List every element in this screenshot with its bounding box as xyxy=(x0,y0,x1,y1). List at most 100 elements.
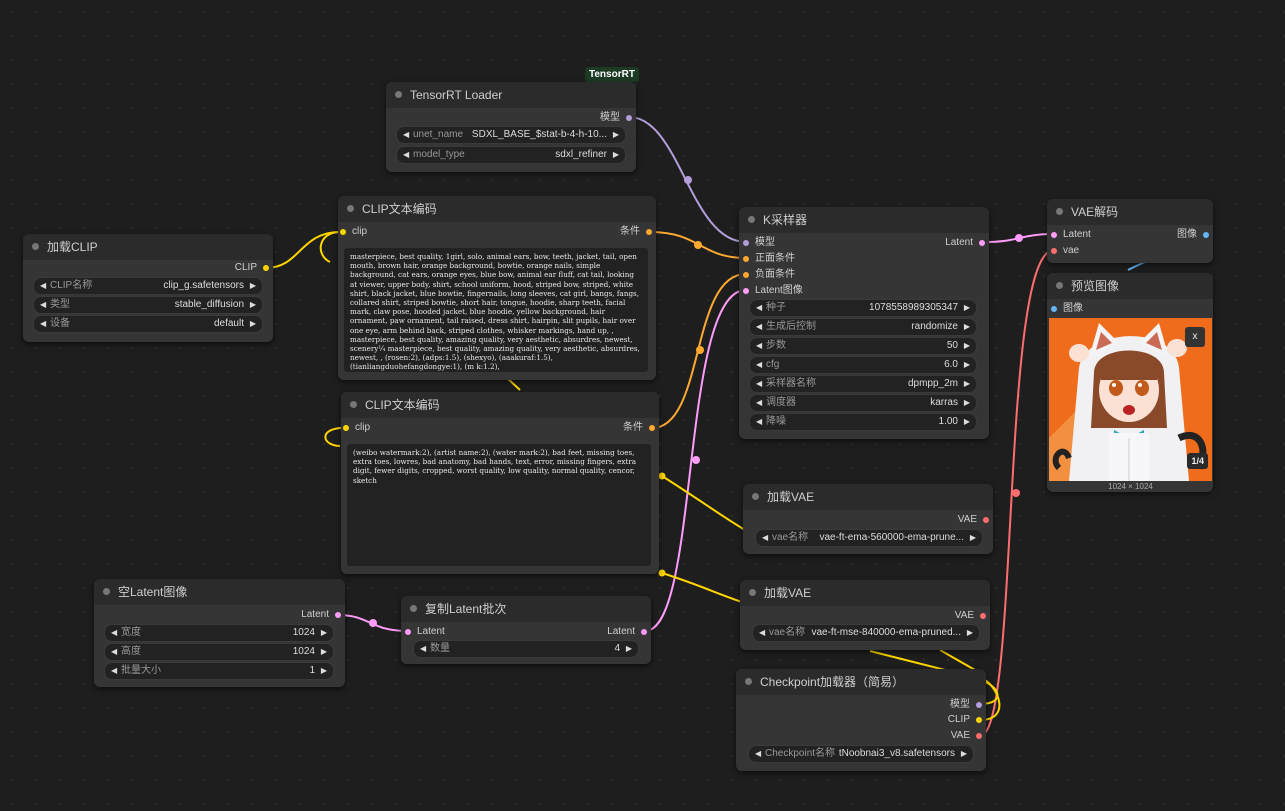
arrow-right-icon[interactable]: ▶ xyxy=(321,663,327,679)
arrow-left-icon[interactable]: ◀ xyxy=(756,300,762,316)
collapse-dot-icon[interactable] xyxy=(410,605,417,612)
load-vae-node-2[interactable]: 加载VAE VAE ◀ vae名称 vae-ft-mse-840000-ema-… xyxy=(740,580,990,650)
amount-number[interactable]: ◀ 数量 4 ▶ xyxy=(413,640,639,658)
repeat-latent-batch-node[interactable]: 复制Latent批次 Latent Latent ◀ 数量 4 ▶ xyxy=(401,596,651,664)
widget-6[interactable]: ◀ 降噪 1.00 ▶ xyxy=(749,413,977,431)
arrow-right-icon[interactable]: ▶ xyxy=(964,376,970,392)
arrow-right-icon[interactable]: ▶ xyxy=(970,530,976,546)
arrow-left-icon[interactable]: ◀ xyxy=(40,316,46,332)
arrow-right-icon[interactable]: ▶ xyxy=(964,300,970,316)
output-clip[interactable]: CLIP xyxy=(948,713,982,727)
arrow-left-icon[interactable]: ◀ xyxy=(756,319,762,335)
input-vae[interactable]: vae xyxy=(1051,244,1079,258)
arrow-right-icon[interactable]: ▶ xyxy=(321,644,327,660)
widget-4[interactable]: ◀ 采样器名称 dpmpp_2m ▶ xyxy=(749,375,977,393)
clip-type-combo[interactable]: ◀ 类型 stable_diffusion ▶ xyxy=(33,296,263,314)
collapse-dot-icon[interactable] xyxy=(103,588,110,595)
widget-1[interactable]: ◀ 生成后控制 randomize ▶ xyxy=(749,318,977,336)
output-clip[interactable]: CLIP xyxy=(235,261,269,275)
node-title[interactable]: CLIP文本编码 xyxy=(341,392,659,418)
vae-name-combo[interactable]: ◀ vae名称 vae-ft-mse-840000-ema-pruned... … xyxy=(752,624,980,642)
clip-port-icon[interactable] xyxy=(263,265,269,271)
conditioning-port-icon[interactable] xyxy=(646,229,652,235)
clip-text-encode-negative-node[interactable]: CLIP文本编码 clip 条件 (weibo watermark:2), (a… xyxy=(341,392,659,574)
output-image[interactable]: 图像 xyxy=(1177,228,1209,242)
input-latent[interactable]: Latent xyxy=(405,625,445,639)
positive-prompt-textarea[interactable]: masterpiece, best quality, 1girl, solo, … xyxy=(344,248,648,372)
node-title[interactable]: 加载VAE xyxy=(743,484,993,510)
arrow-right-icon[interactable]: ▶ xyxy=(250,316,256,332)
output-latent[interactable]: Latent xyxy=(945,236,985,250)
latent-port-icon[interactable] xyxy=(979,240,985,246)
node-title[interactable]: K采样器 xyxy=(739,207,989,233)
arrow-left-icon[interactable]: ◀ xyxy=(111,625,117,641)
node-title[interactable]: VAE解码 xyxy=(1047,199,1213,225)
output-vae[interactable]: VAE xyxy=(955,609,986,623)
node-title[interactable]: 复制Latent批次 xyxy=(401,596,651,622)
arrow-right-icon[interactable]: ▶ xyxy=(967,625,973,641)
negative-prompt-textarea[interactable]: (weibo watermark:2), (artist name:2), (w… xyxy=(347,444,651,566)
model-port-icon[interactable] xyxy=(626,115,632,121)
collapse-dot-icon[interactable] xyxy=(1056,208,1063,215)
close-icon[interactable]: x xyxy=(1185,327,1205,347)
output-latent[interactable]: Latent xyxy=(301,608,341,622)
input-model[interactable]: 模型 xyxy=(743,236,775,250)
arrow-right-icon[interactable]: ▶ xyxy=(964,319,970,335)
output-conditioning[interactable]: 条件 xyxy=(620,225,652,239)
vae-name-combo[interactable]: ◀ vae名称 vae-ft-ema-560000-ema-prune... ▶ xyxy=(755,529,983,547)
output-vae[interactable]: VAE xyxy=(951,729,982,743)
latent-port-icon[interactable] xyxy=(405,629,411,635)
model-port-icon[interactable] xyxy=(976,702,982,708)
collapse-dot-icon[interactable] xyxy=(1056,282,1063,289)
input-clip[interactable]: clip xyxy=(343,421,370,435)
latent-port-icon[interactable] xyxy=(335,612,341,618)
widget-3[interactable]: ◀ cfg 6.0 ▶ xyxy=(749,356,977,374)
clip-port-icon[interactable] xyxy=(340,229,346,235)
arrow-left-icon[interactable]: ◀ xyxy=(756,414,762,430)
clip-device-combo[interactable]: ◀ 设备 default ▶ xyxy=(33,315,263,333)
input-positive[interactable]: 正面条件 xyxy=(743,252,795,266)
node-title[interactable]: TensorRT Loader xyxy=(386,82,636,108)
arrow-right-icon[interactable]: ▶ xyxy=(964,395,970,411)
collapse-dot-icon[interactable] xyxy=(749,589,756,596)
node-title[interactable]: CLIP文本编码 xyxy=(338,196,656,222)
latent-port-icon[interactable] xyxy=(1051,232,1057,238)
widget-1[interactable]: ◀ 高度 1024 ▶ xyxy=(104,643,334,661)
input-latent[interactable]: Latent xyxy=(1051,228,1091,242)
checkpoint-loader-node[interactable]: Checkpoint加载器（简易） 模型 CLIP VAE ◀ Checkpoi… xyxy=(736,669,986,771)
input-image[interactable]: 图像 xyxy=(1051,302,1083,316)
input-clip[interactable]: clip xyxy=(340,225,367,239)
widget-0[interactable]: ◀ 种子 1078558989305347 ▶ xyxy=(749,299,977,317)
output-conditioning[interactable]: 条件 xyxy=(623,421,655,435)
clip-text-encode-positive-node[interactable]: CLIP文本编码 clip 条件 masterpiece, best quali… xyxy=(338,196,656,380)
image-port-icon[interactable] xyxy=(1203,232,1209,238)
vae-port-icon[interactable] xyxy=(1051,248,1057,254)
arrow-right-icon[interactable]: ▶ xyxy=(321,625,327,641)
arrow-left-icon[interactable]: ◀ xyxy=(756,376,762,392)
arrow-right-icon[interactable]: ▶ xyxy=(961,746,967,762)
arrow-right-icon[interactable]: ▶ xyxy=(250,278,256,294)
arrow-left-icon[interactable]: ◀ xyxy=(756,395,762,411)
arrow-right-icon[interactable]: ▶ xyxy=(964,357,970,373)
output-latent[interactable]: Latent xyxy=(607,625,647,639)
output-model[interactable]: 模型 xyxy=(950,698,982,712)
node-title[interactable]: Checkpoint加载器（简易） xyxy=(736,669,986,695)
node-title[interactable]: 加载CLIP xyxy=(23,234,273,260)
conditioning-port-icon[interactable] xyxy=(743,272,749,278)
latent-port-icon[interactable] xyxy=(743,288,749,294)
collapse-dot-icon[interactable] xyxy=(748,216,755,223)
arrow-right-icon[interactable]: ▶ xyxy=(964,338,970,354)
load-clip-node[interactable]: 加载CLIP CLIP ◀ CLIP名称 clip_g.safetensors … xyxy=(23,234,273,342)
collapse-dot-icon[interactable] xyxy=(745,678,752,685)
arrow-left-icon[interactable]: ◀ xyxy=(756,357,762,373)
arrow-left-icon[interactable]: ◀ xyxy=(111,644,117,660)
image-counter[interactable]: 1/4 xyxy=(1187,453,1208,469)
vae-decode-node[interactable]: VAE解码 Latent 图像 vae xyxy=(1047,199,1213,263)
arrow-right-icon[interactable]: ▶ xyxy=(626,641,632,657)
arrow-left-icon[interactable]: ◀ xyxy=(420,641,426,657)
arrow-left-icon[interactable]: ◀ xyxy=(756,338,762,354)
arrow-left-icon[interactable]: ◀ xyxy=(762,530,768,546)
clip-port-icon[interactable] xyxy=(976,717,982,723)
collapse-dot-icon[interactable] xyxy=(347,205,354,212)
arrow-right-icon[interactable]: ▶ xyxy=(613,127,619,143)
